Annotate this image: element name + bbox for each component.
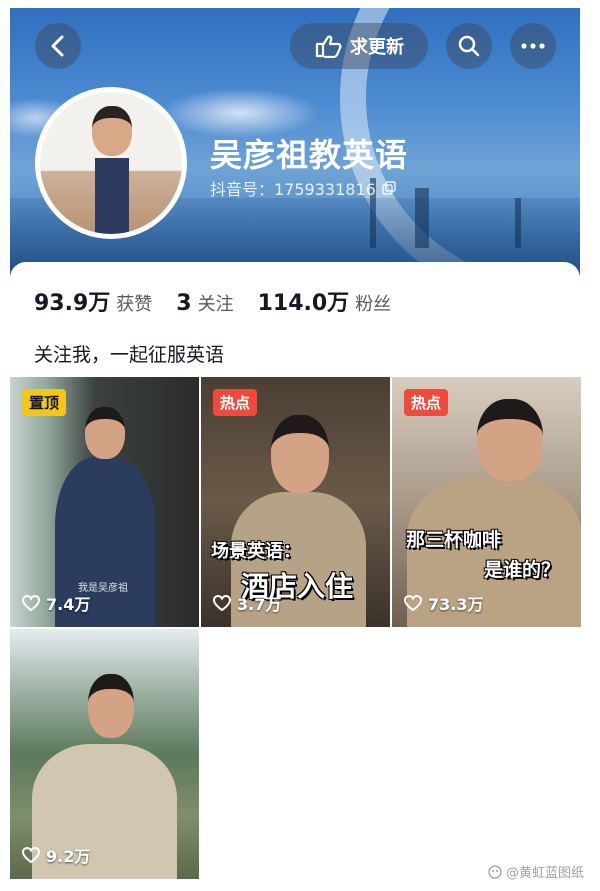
heart-icon (22, 847, 40, 863)
watermark: @黄虹蓝图纸 (488, 862, 584, 881)
avatar-photo (40, 92, 182, 234)
stat-value: 3 (176, 291, 192, 316)
video-likes-count: 3.7万 (237, 595, 282, 614)
request-update-label: 求更新 (350, 37, 404, 58)
watermark-logo-icon (488, 864, 502, 879)
watermark-text: @黄虹蓝图纸 (505, 866, 584, 881)
stat-label: 获赞 (116, 294, 153, 315)
video-likes-count: 7.4万 (46, 595, 91, 614)
stat-following[interactable]: 3 关注 (176, 290, 233, 316)
stat-label: 粉丝 (355, 294, 392, 315)
video-tile[interactable]: 置顶 我是吴彦祖 7.4万 (10, 377, 199, 627)
hand-pointing-icon (315, 35, 342, 58)
video-likes: 3.7万 (213, 591, 281, 615)
hot-badge: 热点 (404, 389, 449, 416)
more-options-button[interactable] (510, 23, 556, 69)
pole-decoration (415, 188, 429, 248)
stat-value: 114.0万 (257, 291, 350, 316)
stat-likes[interactable]: 93.9万 获赞 (34, 285, 152, 317)
profile-stats: 93.9万 获赞 3 关注 114.0万 粉丝 (34, 285, 391, 317)
profile-bio: 关注我，一起征服英语 (34, 344, 225, 366)
video-overlay-title: 场景英语： (211, 541, 301, 562)
heart-icon (404, 595, 422, 611)
video-likes-count: 9.2万 (46, 847, 91, 866)
profile-name: 吴彦祖教英语 (210, 136, 409, 174)
request-update-button[interactable]: 求更新 (290, 23, 428, 69)
stat-label: 关注 (197, 294, 234, 315)
video-overlay-subtitle: 是谁的？ (484, 559, 561, 581)
avatar[interactable] (35, 87, 187, 239)
video-likes: 9.2万 (22, 843, 90, 867)
back-button[interactable] (35, 23, 81, 69)
copy-icon[interactable] (382, 181, 396, 195)
douyin-id-text: 抖音号：1759331816 (210, 180, 376, 199)
video-likes-count: 73.3万 (428, 595, 484, 614)
douyin-id: 抖音号：1759331816 (210, 176, 396, 200)
search-icon (458, 35, 480, 57)
video-tile[interactable]: 热点 那三杯咖啡 是谁的？ 73.3万 (392, 377, 581, 627)
heart-icon (213, 595, 231, 611)
pinned-badge: 置顶 (22, 389, 67, 416)
video-overlay-title: 那三杯咖啡 (406, 529, 502, 551)
video-tile[interactable]: 9.2万 (10, 629, 199, 879)
search-button[interactable] (446, 23, 492, 69)
video-likes: 7.4万 (22, 591, 90, 615)
chevron-left-icon (51, 35, 64, 57)
video-likes: 73.3万 (404, 591, 483, 615)
video-tile[interactable]: 热点 场景英语： 酒店入住 3.7万 (201, 377, 390, 627)
hot-badge: 热点 (213, 389, 258, 416)
stat-value: 93.9万 (34, 291, 111, 316)
heart-icon (22, 595, 40, 611)
stat-followers[interactable]: 114.0万 粉丝 (258, 285, 392, 317)
pole-decoration (515, 198, 521, 248)
more-dots-icon (521, 43, 545, 49)
